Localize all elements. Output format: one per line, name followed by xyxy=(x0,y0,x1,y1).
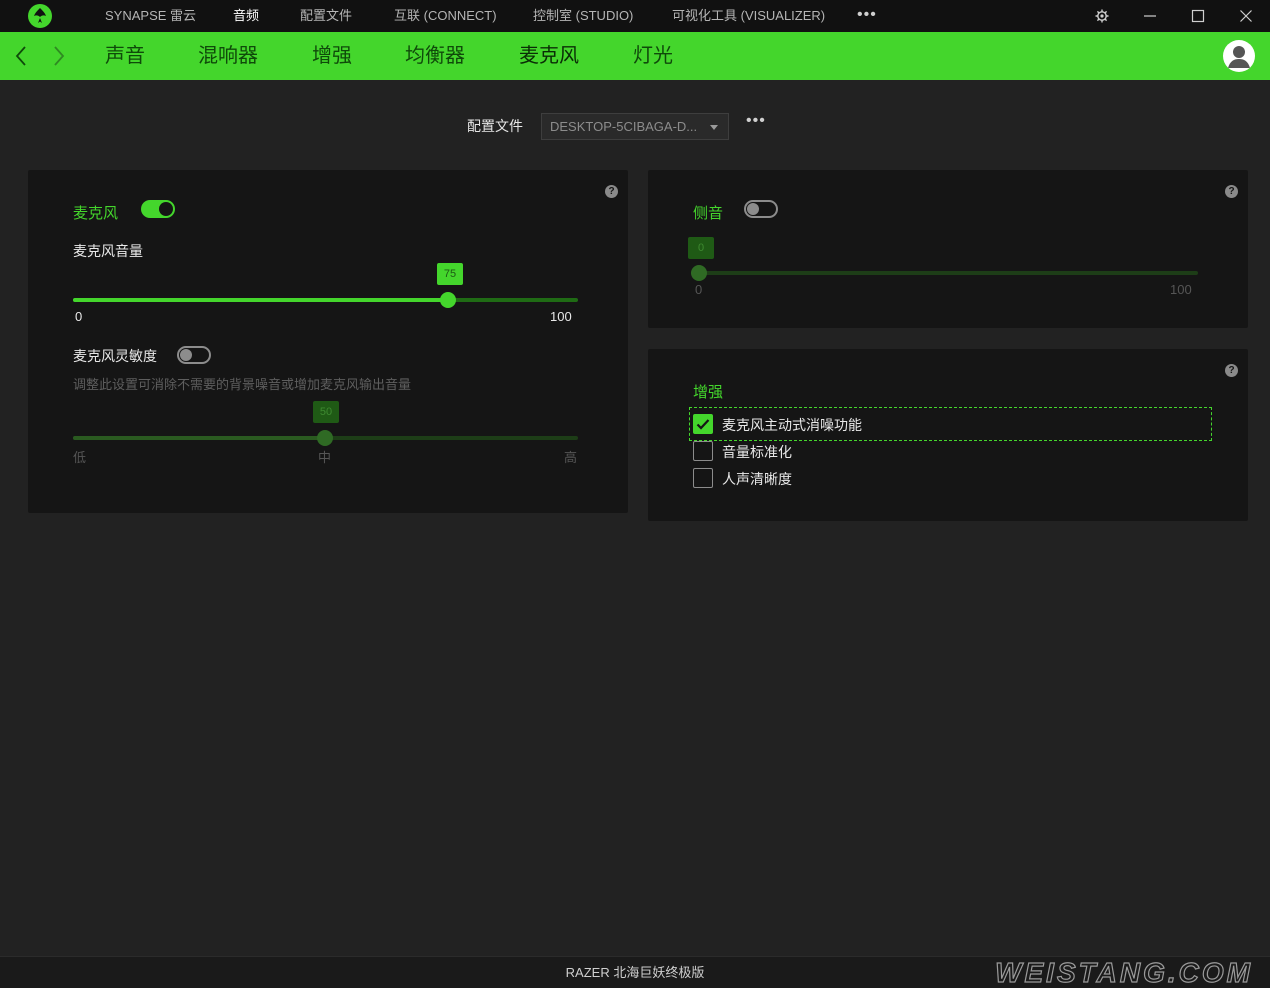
top-nav-visualizer[interactable]: 可视化工具 (VISUALIZER) xyxy=(672,0,825,32)
sidetone-min: 0 xyxy=(695,282,703,297)
profile-selected-value: DESKTOP-5CIBAGA-D... xyxy=(550,119,698,134)
tab-mixer[interactable]: 混响器 xyxy=(198,32,258,80)
profile-label: 配置文件 xyxy=(467,118,523,134)
mic-sensitivity-description: 调整此设置可消除不需要的背景噪音或增加麦克风输出音量 xyxy=(73,377,412,392)
minimize-icon[interactable] xyxy=(1134,0,1166,32)
option-noise-cancellation[interactable]: 麦克风主动式消噪功能 xyxy=(693,412,1193,436)
dropdown-caret-icon xyxy=(710,125,718,130)
tab-mic[interactable]: 麦克风 xyxy=(519,32,579,80)
settings-gear-icon[interactable] xyxy=(1086,0,1118,32)
volume-normalization-label: 音量标准化 xyxy=(722,444,792,460)
mic-volume-thumb[interactable] xyxy=(440,292,456,308)
sidetone-panel: ? 侧音 0 0 100 xyxy=(648,170,1248,328)
mic-sensitivity-toggle[interactable] xyxy=(177,346,211,364)
checkmark-icon xyxy=(696,419,710,430)
tab-lighting[interactable]: 灯光 xyxy=(633,32,673,80)
mic-sensitivity-thumb[interactable] xyxy=(317,430,333,446)
mic-sensitivity-high: 高 xyxy=(564,450,578,465)
mic-sensitivity-value-bubble: 50 xyxy=(313,401,339,423)
sidetone-thumb[interactable] xyxy=(691,265,707,281)
mic-sensitivity-mid: 中 xyxy=(318,450,332,465)
profile-more-button[interactable]: ••• xyxy=(746,112,766,130)
razer-logo-icon[interactable] xyxy=(28,4,52,28)
enhancement-title: 增强 xyxy=(693,384,724,401)
volume-normalization-checkbox[interactable] xyxy=(693,441,713,461)
sidetone-value-bubble: 0 xyxy=(688,237,714,259)
title-bar: SYNAPSE 雷云 音频 配置文件 互联 (CONNECT) 控制室 (STU… xyxy=(0,0,1270,32)
user-avatar-icon[interactable] xyxy=(1223,40,1255,72)
help-icon[interactable]: ? xyxy=(605,185,618,198)
option-volume-normalization[interactable]: 音量标准化 xyxy=(693,439,1193,463)
mic-sensitivity-label: 麦克风灵敏度 xyxy=(73,348,157,364)
top-nav-profiles[interactable]: 配置文件 xyxy=(300,0,352,32)
sidetone-toggle[interactable] xyxy=(744,200,778,218)
mic-sensitivity-low: 低 xyxy=(73,450,87,465)
top-nav-synapse[interactable]: SYNAPSE 雷云 xyxy=(105,0,196,32)
sub-nav-bar: 声音 混响器 增强 均衡器 麦克风 灯光 xyxy=(0,32,1270,80)
noise-cancellation-checkbox[interactable] xyxy=(693,414,713,434)
sidetone-slider[interactable] xyxy=(691,265,1198,281)
top-nav-audio[interactable]: 音频 xyxy=(233,0,259,32)
noise-cancellation-label: 麦克风主动式消噪功能 xyxy=(722,417,862,433)
maximize-icon[interactable] xyxy=(1182,0,1214,32)
top-nav-connect[interactable]: 互联 (CONNECT) xyxy=(394,0,497,32)
mic-panel: ? 麦克风 麦克风音量 75 0 100 麦克风灵敏度 调整此设置可消除不需要的… xyxy=(28,170,628,513)
close-icon[interactable] xyxy=(1230,0,1262,32)
help-icon[interactable]: ? xyxy=(1225,364,1238,377)
watermark-logo: WEISTANG.COM xyxy=(908,956,1258,988)
forward-arrow-icon[interactable] xyxy=(47,44,71,68)
vocal-clarity-label: 人声清晰度 xyxy=(722,471,792,487)
top-nav-studio[interactable]: 控制室 (STUDIO) xyxy=(533,0,633,32)
tab-sound[interactable]: 声音 xyxy=(105,32,145,80)
mic-volume-label: 麦克风音量 xyxy=(73,243,143,259)
top-nav-more-button[interactable]: ••• xyxy=(857,0,877,32)
sidetone-title: 侧音 xyxy=(693,205,724,222)
vocal-clarity-checkbox[interactable] xyxy=(693,468,713,488)
back-arrow-icon[interactable] xyxy=(9,44,33,68)
mic-sensitivity-slider[interactable] xyxy=(73,430,578,446)
tab-equalizer[interactable]: 均衡器 xyxy=(405,32,465,80)
profile-dropdown[interactable]: DESKTOP-5CIBAGA-D... xyxy=(541,113,729,140)
help-icon[interactable]: ? xyxy=(1225,185,1238,198)
tab-enhancement[interactable]: 增强 xyxy=(312,32,352,80)
mic-volume-value-bubble: 75 xyxy=(437,263,463,285)
mic-volume-slider[interactable] xyxy=(73,292,578,308)
mic-volume-min: 0 xyxy=(75,309,83,324)
sidetone-max: 100 xyxy=(1170,282,1192,297)
app-window: SYNAPSE 雷云 音频 配置文件 互联 (CONNECT) 控制室 (STU… xyxy=(0,0,1270,988)
mic-toggle[interactable] xyxy=(141,200,175,218)
mic-volume-max: 100 xyxy=(550,309,572,324)
option-vocal-clarity[interactable]: 人声清晰度 xyxy=(693,466,1193,490)
mic-title: 麦克风 xyxy=(73,205,119,222)
svg-text:WEISTANG.COM: WEISTANG.COM xyxy=(995,957,1253,988)
